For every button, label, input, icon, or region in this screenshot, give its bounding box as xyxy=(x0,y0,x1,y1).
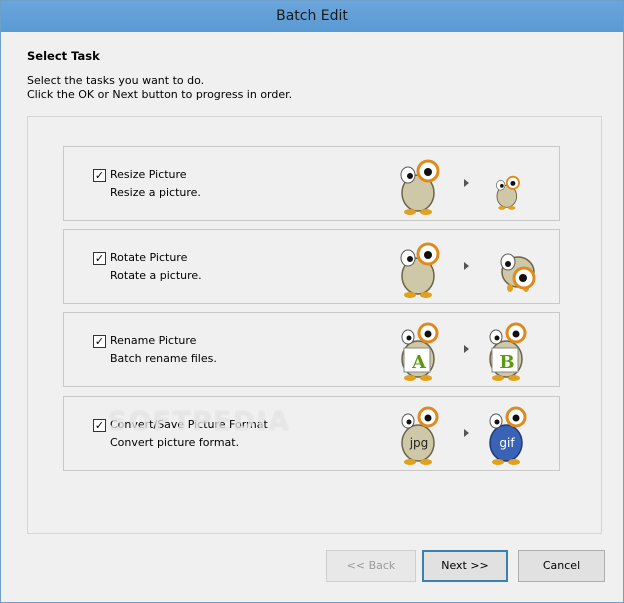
title-bar[interactable]: Batch Edit xyxy=(1,1,623,32)
task-rotate[interactable]: ✓ Rotate Picture Rotate a picture. xyxy=(63,229,560,304)
svg-text:gif: gif xyxy=(499,436,515,450)
letter-A-label: A xyxy=(411,352,427,372)
letter-B-label: B xyxy=(499,352,514,372)
task-description: Batch rename files. xyxy=(110,352,217,365)
svg-text:B: B xyxy=(499,352,514,372)
instruction-line-2: Click the OK or Next button to progress … xyxy=(27,88,293,101)
next-button[interactable]: Next >> xyxy=(422,550,508,582)
task-description: Rotate a picture. xyxy=(110,269,202,282)
resize-checkbox[interactable]: ✓ xyxy=(93,169,106,182)
svg-text:jpg: jpg xyxy=(409,436,429,450)
cancel-button[interactable]: Cancel xyxy=(518,550,605,582)
convert-checkbox[interactable]: ✓ xyxy=(93,419,106,432)
task-title: Rotate Picture xyxy=(110,251,188,264)
arrow-icon xyxy=(464,345,469,353)
window-title: Batch Edit xyxy=(276,8,348,24)
rotate-checkbox[interactable]: ✓ xyxy=(93,252,106,265)
arrow-icon xyxy=(464,429,469,437)
task-title: Resize Picture xyxy=(110,168,187,181)
watermark: SOFTPEDIA xyxy=(108,407,291,437)
task-description: Convert picture format. xyxy=(110,436,240,449)
dialog-client: Select Task Select the tasks you want to… xyxy=(8,32,616,597)
arrow-icon xyxy=(464,262,469,270)
jpg-label: jpg xyxy=(409,436,429,450)
mascot-icon xyxy=(400,159,440,215)
back-button[interactable]: << Back xyxy=(326,550,416,582)
task-list-panel: ✓ Resize Picture Resize a picture. ✓ Rot… xyxy=(27,116,602,534)
instruction-line-1: Select the tasks you want to do. xyxy=(27,74,205,87)
task-title: Rename Picture xyxy=(110,334,197,347)
arrow-icon xyxy=(464,179,469,187)
rename-checkbox[interactable]: ✓ xyxy=(93,335,106,348)
header-area: Select Task Select the tasks you want to… xyxy=(19,40,609,110)
gif-label: gif xyxy=(499,436,515,450)
task-resize[interactable]: ✓ Resize Picture Resize a picture. xyxy=(63,146,560,221)
task-rename[interactable]: ✓ Rename Picture Batch rename files. A B xyxy=(63,312,560,387)
mascot-small-icon xyxy=(496,175,520,210)
task-description: Resize a picture. xyxy=(110,186,201,199)
batch-edit-window: Batch Edit Select Task Select the tasks … xyxy=(0,0,624,603)
svg-text:A: A xyxy=(411,352,427,372)
mascot-rotated-icon xyxy=(500,253,536,292)
mascot-icon xyxy=(400,242,440,298)
page-title: Select Task xyxy=(27,49,100,63)
